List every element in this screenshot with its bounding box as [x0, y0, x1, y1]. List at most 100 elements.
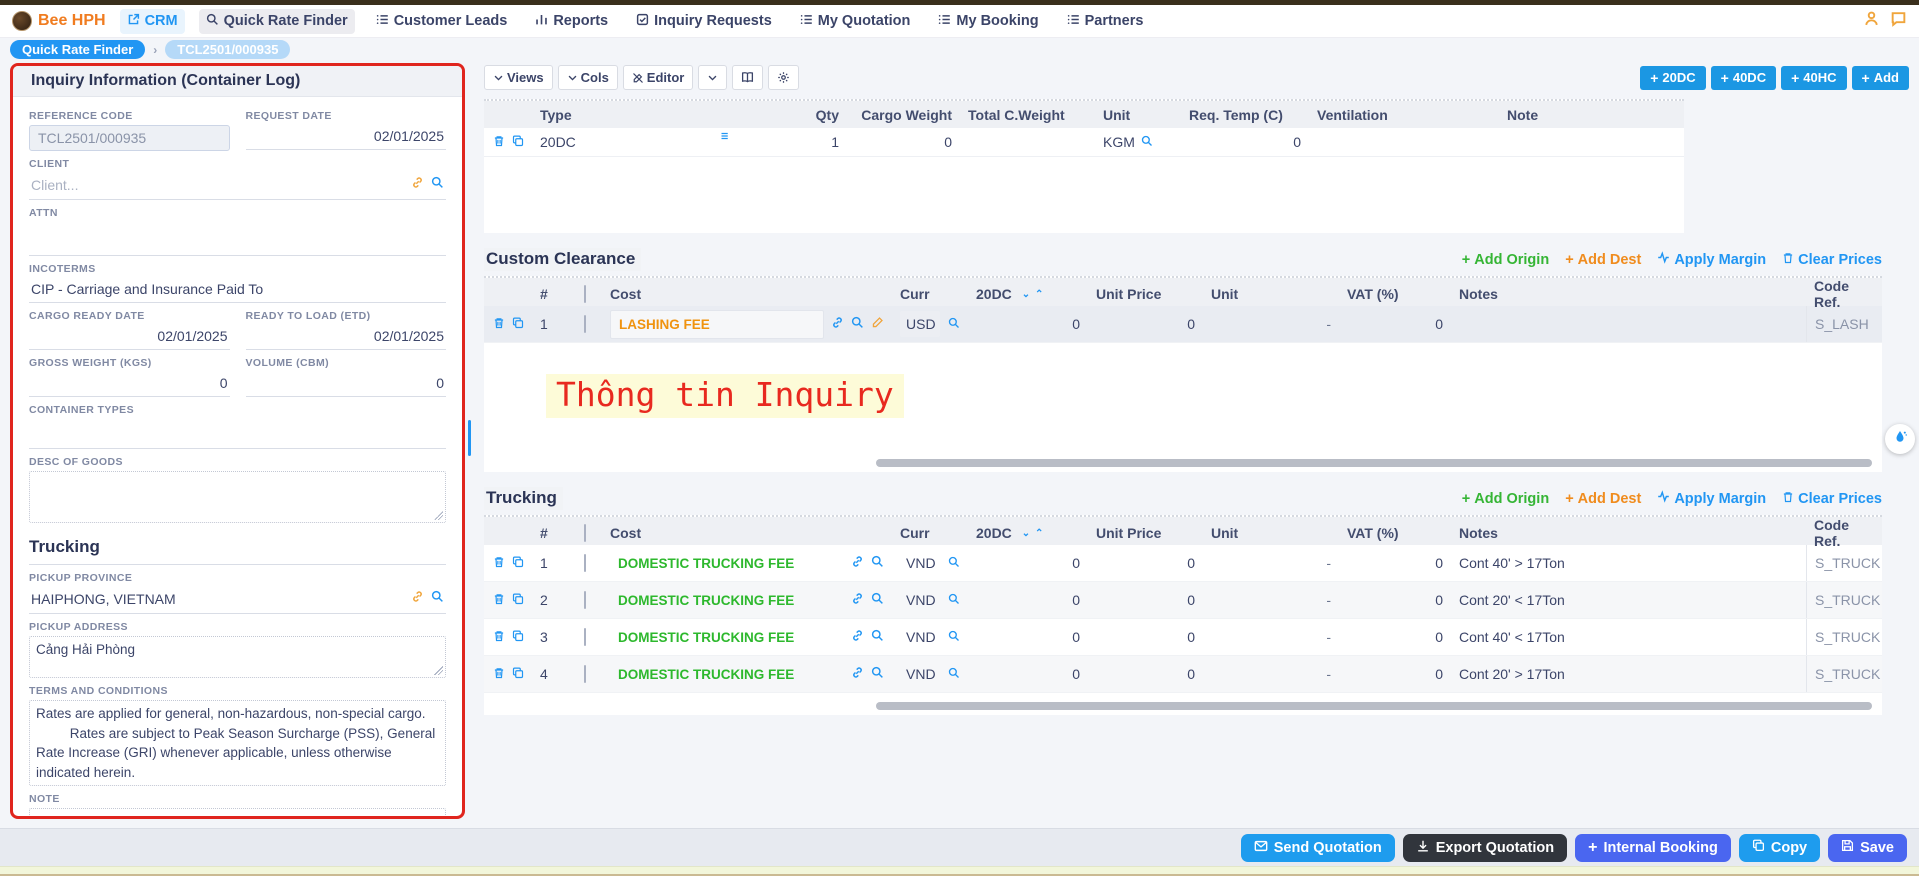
search-icon[interactable]	[871, 555, 884, 571]
cost-name[interactable]: LASHING FEE	[610, 309, 824, 339]
nav-item-partners[interactable]: Partners	[1060, 9, 1151, 34]
charge-row[interactable]: 4 DOMESTIC TRUCKING FEE VND 0 0 - 0 Cont…	[484, 656, 1882, 693]
save-button[interactable]: Save	[1828, 833, 1907, 862]
ready-to-load-field[interactable]: 02/01/2025	[245, 325, 446, 350]
clear-prices-link[interactable]: Clear Prices	[1782, 252, 1882, 268]
terms-field[interactable]: Rates are applied for general, non-hazar…	[29, 700, 446, 787]
charge-row[interactable]: 3 DOMESTIC TRUCKING FEE VND 0 0 - 0 Cont…	[484, 619, 1882, 656]
size-price-value[interactable]: 0	[968, 316, 1088, 332]
search-icon[interactable]	[1141, 134, 1153, 150]
link-icon[interactable]	[831, 316, 844, 332]
link-icon[interactable]	[851, 592, 864, 608]
horizontal-scrollbar[interactable]	[876, 459, 1872, 467]
add-container-button[interactable]: +20DC	[1640, 65, 1706, 90]
settings-button[interactable]	[768, 65, 800, 90]
delete-row-icon[interactable]	[493, 592, 505, 608]
add-dest-link[interactable]: + Add Dest	[1565, 491, 1641, 507]
sort-icons[interactable]: ⌄ ⌃	[1022, 289, 1045, 300]
link-icon[interactable]	[411, 590, 424, 608]
request-date-field[interactable]: 02/01/2025	[245, 125, 446, 150]
row-checkbox[interactable]	[584, 591, 586, 609]
row-checkbox[interactable]	[584, 315, 586, 333]
vat-value[interactable]: 0	[1339, 629, 1451, 645]
client-field[interactable]: Client...	[29, 173, 446, 200]
row-checkbox[interactable]	[584, 665, 586, 683]
unit-value[interactable]: -	[1203, 555, 1339, 571]
nav-item-my-quotation[interactable]: My Quotation	[793, 9, 918, 34]
attn-field[interactable]	[29, 222, 446, 256]
container-type-value[interactable]: 20DC	[540, 134, 576, 150]
breadcrumb-root[interactable]: Quick Rate Finder	[10, 40, 146, 59]
search-icon[interactable]	[948, 629, 960, 645]
search-icon[interactable]	[431, 176, 444, 194]
incoterms-field[interactable]: CIP - Carriage and Insurance Paid To	[29, 278, 446, 303]
editor-button[interactable]: Editor	[622, 65, 694, 90]
book-view-button[interactable]	[732, 65, 764, 90]
internal-booking-button[interactable]: + Internal Booking	[1575, 833, 1731, 862]
currency-value[interactable]: USD	[900, 311, 940, 337]
row-checkbox[interactable]	[584, 628, 586, 646]
search-icon[interactable]	[948, 592, 960, 608]
export-quotation-button[interactable]: Export Quotation	[1402, 833, 1568, 862]
notes-value[interactable]: Cont 20' < 17Ton	[1451, 592, 1806, 608]
add-dest-link[interactable]: + Add Dest	[1565, 252, 1641, 268]
delete-row-icon[interactable]	[493, 316, 505, 332]
pickup-address-field[interactable]: Cảng Hải Phòng	[29, 636, 446, 678]
link-icon[interactable]	[851, 555, 864, 571]
cost-name[interactable]: DOMESTIC TRUCKING FEE	[610, 550, 844, 577]
nav-item-reports[interactable]: Reports	[528, 9, 615, 34]
nav-item-customer-leads[interactable]: Customer Leads	[369, 9, 515, 34]
unit-value[interactable]: -	[1203, 316, 1339, 332]
vat-value[interactable]: 0	[1339, 592, 1451, 608]
chat-icon[interactable]	[1890, 10, 1907, 32]
unit-price-value[interactable]: 0	[1088, 316, 1203, 332]
add-origin-link[interactable]: + Add Origin	[1462, 491, 1549, 507]
notes-value[interactable]: Cont 40' < 17Ton	[1451, 629, 1806, 645]
search-icon[interactable]	[871, 592, 884, 608]
sort-icons[interactable]: ⌄ ⌃	[1022, 528, 1045, 539]
apply-margin-link[interactable]: Apply Margin	[1657, 490, 1766, 507]
search-icon[interactable]	[851, 316, 864, 332]
currency-value[interactable]: VND	[900, 550, 940, 576]
notes-value[interactable]: Cont 20' > 17Ton	[1451, 666, 1806, 682]
charge-row[interactable]: 2 DOMESTIC TRUCKING FEE VND 0 0 - 0 Cont…	[484, 582, 1882, 619]
unit-price-value[interactable]: 0	[1088, 666, 1203, 682]
size-price-value[interactable]: 0	[968, 666, 1088, 682]
copy-row-icon[interactable]	[512, 592, 524, 608]
container-row[interactable]: 20DC 1 0 KGM 0	[484, 128, 1684, 157]
add-container-button[interactable]: +40DC	[1710, 65, 1777, 90]
qty-value[interactable]: 1	[737, 134, 847, 150]
nav-item-crm[interactable]: CRM	[119, 8, 185, 34]
size-price-value[interactable]: 0	[968, 555, 1088, 571]
copy-row-icon[interactable]	[512, 666, 524, 682]
copy-row-icon[interactable]	[512, 555, 524, 571]
unit-value[interactable]: KGM	[1103, 134, 1135, 150]
search-icon[interactable]	[948, 555, 960, 571]
cost-name[interactable]: DOMESTIC TRUCKING FEE	[610, 661, 844, 688]
row-checkbox[interactable]	[584, 554, 586, 572]
clear-prices-link[interactable]: Clear Prices	[1782, 491, 1882, 507]
copy-row-icon[interactable]	[512, 316, 524, 332]
copy-button[interactable]: Copy	[1738, 833, 1821, 862]
unit-price-value[interactable]: 0	[1088, 555, 1203, 571]
unit-value[interactable]: -	[1203, 629, 1339, 645]
breadcrumb-current[interactable]: TCL2501/000935	[165, 40, 291, 59]
link-icon[interactable]	[851, 629, 864, 645]
gross-weight-field[interactable]: 0	[29, 372, 230, 397]
container-types-field[interactable]	[29, 419, 446, 449]
size-price-value[interactable]: 0	[968, 592, 1088, 608]
currency-value[interactable]: VND	[900, 587, 940, 613]
search-icon[interactable]	[948, 666, 960, 682]
vat-value[interactable]: 0	[1339, 316, 1451, 332]
nav-item-inquiry-requests[interactable]: Inquiry Requests	[629, 9, 779, 34]
user-icon[interactable]	[1863, 10, 1880, 32]
copy-row-icon[interactable]	[512, 629, 524, 645]
horizontal-scrollbar[interactable]	[876, 702, 1872, 710]
charge-row[interactable]: 1 LASHING FEE USD 0 0 - 0 S_LASH	[484, 306, 1882, 343]
search-icon[interactable]	[431, 590, 444, 608]
select-all-checkbox[interactable]	[584, 524, 586, 542]
brand[interactable]: Bee HPH	[12, 11, 106, 31]
link-icon[interactable]	[411, 176, 424, 194]
select-all-checkbox[interactable]	[584, 285, 586, 303]
add-origin-link[interactable]: + Add Origin	[1462, 252, 1549, 268]
